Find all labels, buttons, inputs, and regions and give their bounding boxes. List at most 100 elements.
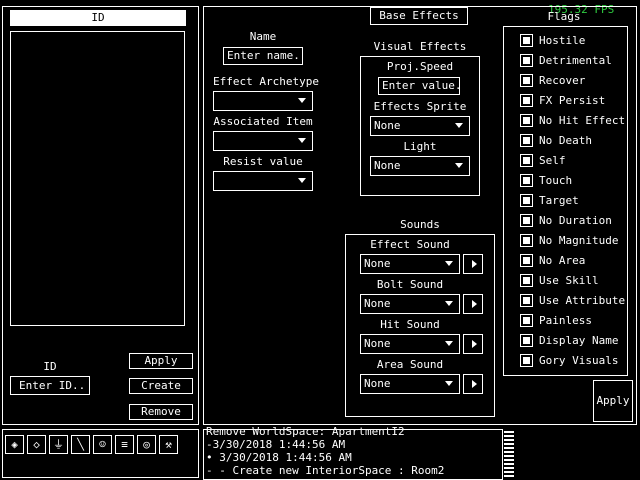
area-sound-value: None (364, 377, 391, 390)
flag-label: Target (539, 194, 579, 207)
flag-label: Detrimental (539, 54, 612, 67)
sounds-title: Sounds (400, 218, 440, 231)
chevron-down-icon (455, 123, 463, 128)
plug-icon[interactable]: ⏚ (49, 435, 68, 454)
log-line: -3/30/2018 1:44:56 AM (206, 438, 346, 451)
flag-label: No Magnitude (539, 234, 619, 247)
proj-speed-input[interactable]: Enter value.. (378, 77, 460, 95)
flag-checkbox[interactable] (520, 154, 533, 167)
archetype-dropdown[interactable] (213, 91, 313, 111)
hit-sound-label: Hit Sound (380, 318, 440, 331)
bolt-sound-dropdown[interactable]: None (360, 294, 460, 314)
flag-label: No Death (539, 134, 592, 147)
apply-id-button[interactable]: Apply (129, 353, 193, 369)
flag-label: Touch (539, 174, 573, 187)
play-area-sound-button[interactable] (463, 374, 483, 394)
apply-effect-button[interactable]: Apply (593, 380, 633, 422)
area-sound-label: Area Sound (376, 358, 444, 371)
play-icon (472, 340, 477, 348)
brush-icon[interactable]: ╲ (71, 435, 90, 454)
play-effect-sound-button[interactable] (463, 254, 483, 274)
log-scrollbar[interactable] (504, 431, 514, 478)
chevron-down-icon (445, 381, 453, 386)
assoc-item-label: Associated Item (213, 115, 313, 128)
id-label: ID (43, 360, 57, 373)
create-button[interactable]: Create (129, 378, 193, 394)
effect-sound-dropdown[interactable]: None (360, 254, 460, 274)
flag-checkbox[interactable] (520, 194, 533, 207)
id-input[interactable]: Enter ID.. (10, 376, 90, 395)
tab-base-effects[interactable]: Base Effects (370, 7, 468, 25)
flag-checkbox[interactable] (520, 234, 533, 247)
effects-sprite-label: Effects Sprite (373, 100, 467, 113)
log-line: • 3/30/2018 1:44:56 AM (206, 451, 352, 464)
flag-checkbox[interactable] (520, 214, 533, 227)
log-line: Remove WorldSpace: ApartmentI2 (206, 425, 405, 438)
wrench-icon[interactable]: ⚒ (159, 435, 178, 454)
play-icon (472, 260, 477, 268)
flag-label: Use Skill (539, 274, 599, 287)
flag-checkbox[interactable] (520, 294, 533, 307)
flag-checkbox[interactable] (520, 34, 533, 47)
play-hit-sound-button[interactable] (463, 334, 483, 354)
flag-checkbox[interactable] (520, 74, 533, 87)
id-list-header: ID (10, 10, 186, 26)
effects-sprite-dropdown[interactable]: None (370, 116, 470, 136)
flag-checkbox[interactable] (520, 254, 533, 267)
flags-title: Flags (547, 10, 581, 23)
play-bolt-sound-button[interactable] (463, 294, 483, 314)
effect-sound-label: Effect Sound (370, 238, 450, 251)
flag-checkbox[interactable] (520, 354, 533, 367)
globe-icon[interactable]: ◎ (137, 435, 156, 454)
name-label: Name (249, 30, 277, 43)
flag-checkbox[interactable] (520, 114, 533, 127)
archetype-label: Effect Archetype (213, 75, 319, 88)
hit-sound-dropdown[interactable]: None (360, 334, 460, 354)
flag-label: No Hit Effect (539, 114, 626, 127)
flag-checkbox[interactable] (520, 334, 533, 347)
bolt-sound-label: Bolt Sound (376, 278, 444, 291)
id-list[interactable] (10, 31, 185, 326)
visual-effects-title: Visual Effects (373, 40, 467, 53)
chevron-down-icon (455, 163, 463, 168)
flag-checkbox[interactable] (520, 54, 533, 67)
hit-sound-value: None (364, 337, 391, 350)
chevron-down-icon (445, 261, 453, 266)
resist-dropdown[interactable] (213, 171, 313, 191)
chevron-down-icon (445, 301, 453, 306)
name-input[interactable]: Enter name.. (223, 47, 303, 65)
area-sound-dropdown[interactable]: None (360, 374, 460, 394)
flag-checkbox[interactable] (520, 274, 533, 287)
resist-label: Resist value (223, 155, 303, 168)
effects-sprite-value: None (374, 119, 401, 132)
chevron-down-icon (298, 98, 306, 103)
people-icon[interactable]: ☺ (93, 435, 112, 454)
flag-checkbox[interactable] (520, 314, 533, 327)
effect-sound-value: None (364, 257, 391, 270)
plane-icon[interactable]: ◇ (27, 435, 46, 454)
flag-label: Use Attribute (539, 294, 626, 307)
flag-label: No Duration (539, 214, 612, 227)
log-line: - - Create new InteriorSpace : Room2 (206, 464, 445, 477)
play-icon (472, 380, 477, 388)
flag-label: Recover (539, 74, 586, 87)
flag-checkbox[interactable] (520, 134, 533, 147)
flag-checkbox[interactable] (520, 174, 533, 187)
flag-label: Self (539, 154, 566, 167)
light-dropdown[interactable]: None (370, 156, 470, 176)
flag-label: Hostile (539, 34, 586, 47)
flag-checkbox[interactable] (520, 94, 533, 107)
remove-button[interactable]: Remove (129, 404, 193, 420)
assoc-item-dropdown[interactable] (213, 131, 313, 151)
bolt-sound-value: None (364, 297, 391, 310)
chevron-down-icon (298, 178, 306, 183)
chevron-down-icon (298, 138, 306, 143)
layers-icon[interactable]: ≡ (115, 435, 134, 454)
cube-icon[interactable]: ◈ (5, 435, 24, 454)
play-icon (472, 300, 477, 308)
flag-label: No Area (539, 254, 586, 267)
flag-label: Painless (539, 314, 592, 327)
chevron-down-icon (445, 341, 453, 346)
flag-label: Display Name (539, 334, 619, 347)
proj-speed-label: Proj.Speed (386, 60, 454, 73)
